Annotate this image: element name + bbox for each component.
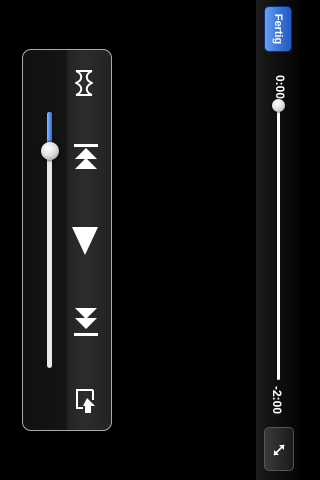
elapsed-time: 0:00 (273, 74, 288, 100)
playback-controls-panel (22, 49, 112, 431)
scrubber-track[interactable] (277, 104, 280, 380)
airplay-icon[interactable] (73, 386, 97, 416)
done-button[interactable]: Fertig (264, 6, 292, 52)
play-icon[interactable] (71, 226, 99, 256)
chapters-icon[interactable] (73, 68, 95, 98)
remaining-time: -2:00 (270, 385, 285, 415)
scrubber-thumb[interactable] (272, 99, 285, 112)
skip-back-icon[interactable] (73, 143, 99, 177)
volume-slider-thumb[interactable] (41, 142, 59, 160)
fullscreen-toggle-icon (273, 444, 285, 456)
fullscreen-button[interactable] (264, 427, 294, 471)
done-button-label: Fertig (272, 13, 284, 45)
skip-forward-icon[interactable] (73, 307, 99, 341)
